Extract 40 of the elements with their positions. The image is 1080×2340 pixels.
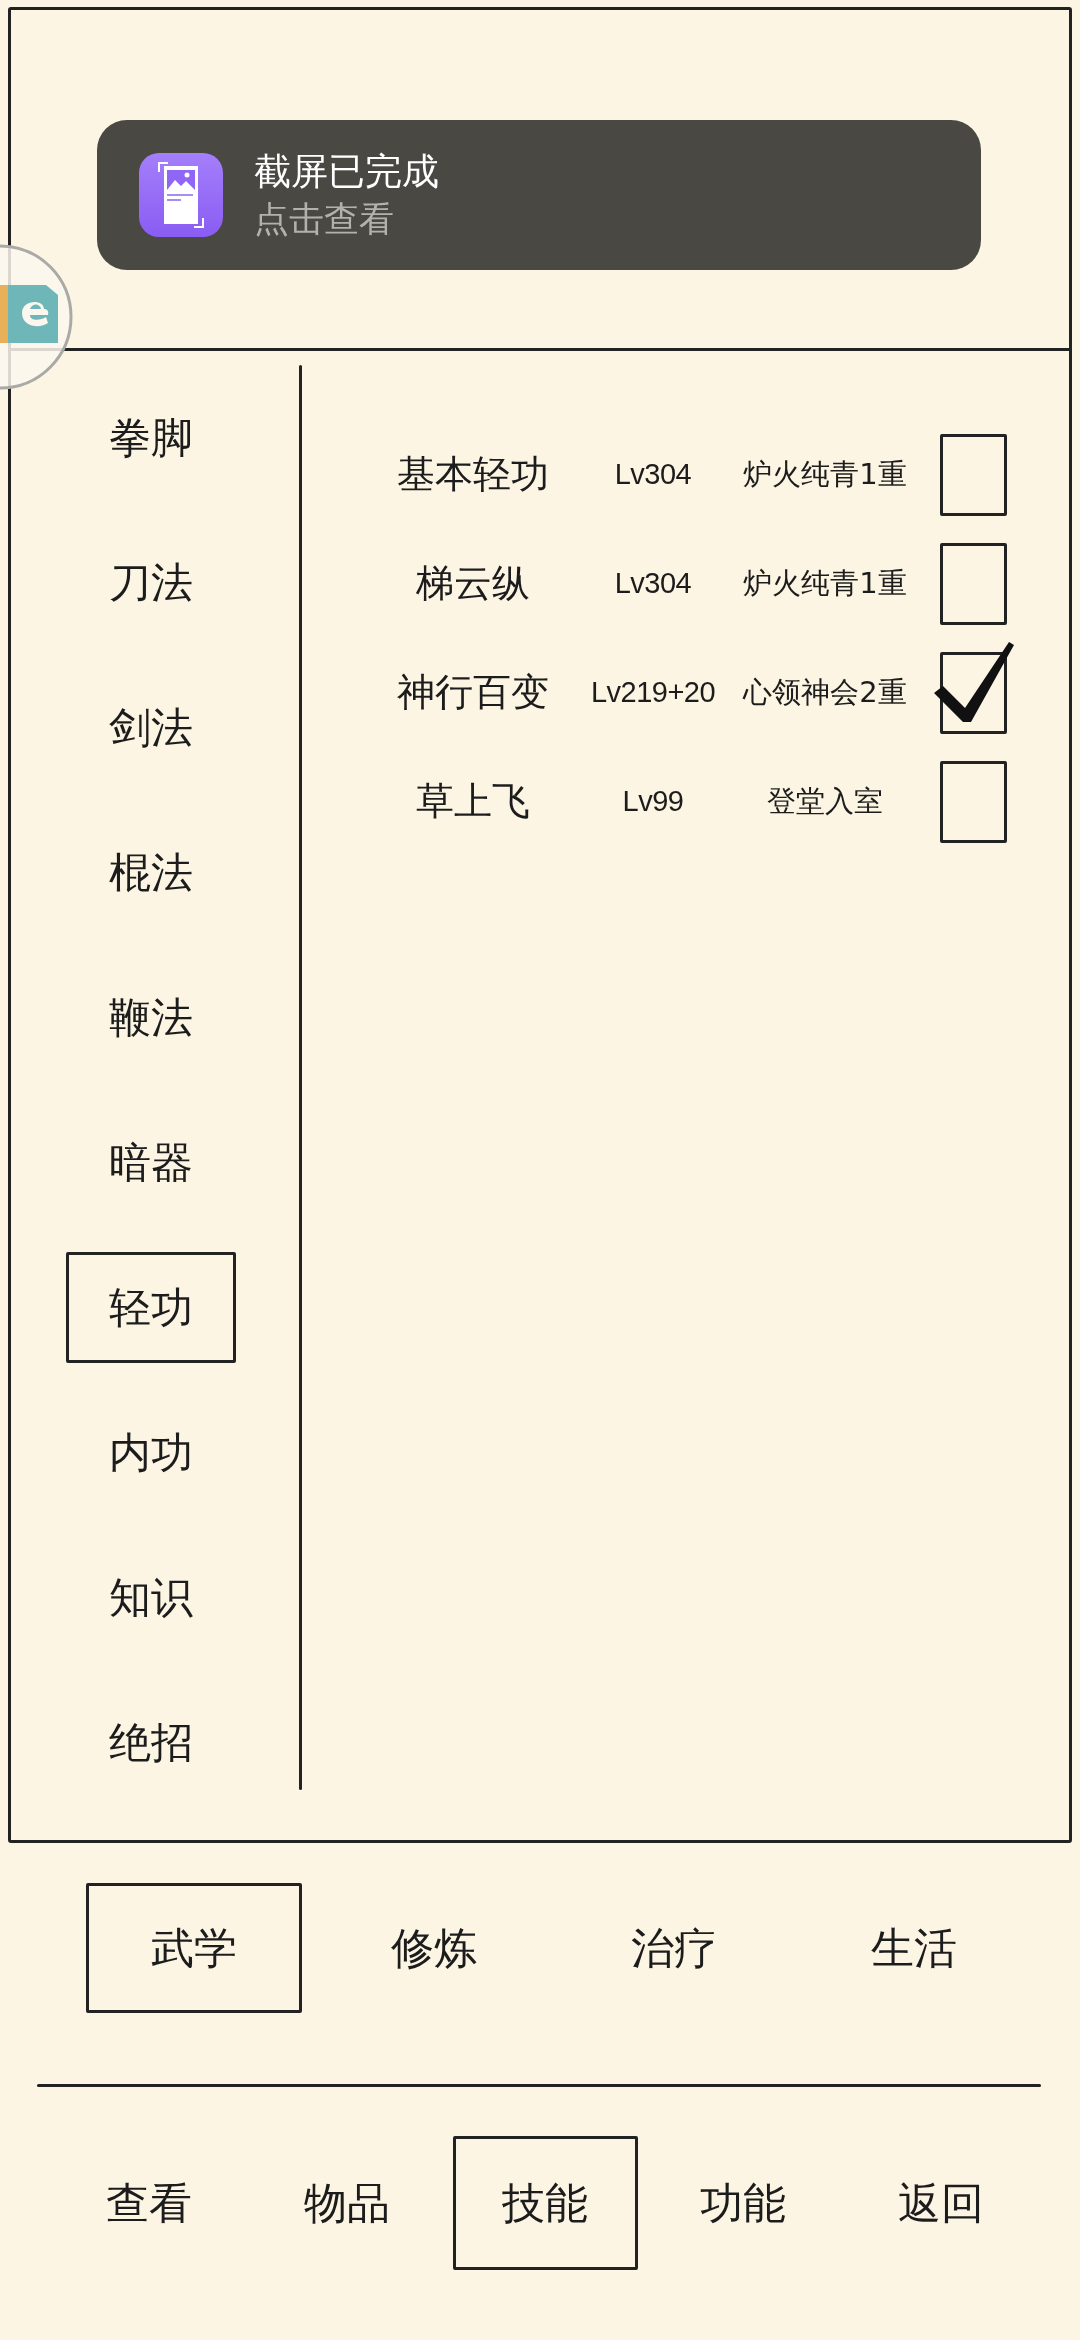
skill-checkbox[interactable] xyxy=(940,760,1007,843)
skill-level: Lv99 xyxy=(622,785,684,818)
notification-card[interactable]: 截屏已完成 点击查看 xyxy=(97,120,981,270)
skill-type-tab[interactable]: 治疗 xyxy=(566,1883,782,2013)
skill-name: 草上飞 xyxy=(416,780,530,823)
nav-button[interactable]: 查看 xyxy=(56,2136,242,2270)
skill-level: Lv304 xyxy=(614,567,692,600)
skill-category-tab[interactable]: 拳脚 xyxy=(66,382,236,493)
skill-realm: 炉火纯青1重 xyxy=(743,458,907,491)
skill-category-tab[interactable]: 棍法 xyxy=(66,817,236,928)
skill-checkbox[interactable] xyxy=(940,542,1007,625)
skill-level: Lv304 xyxy=(614,458,692,491)
notification-title: 截屏已完成 xyxy=(254,150,439,194)
skill-category-tab[interactable]: 刀法 xyxy=(66,527,236,638)
image-document-icon xyxy=(139,153,223,237)
skill-category-tab[interactable]: 知识 xyxy=(66,1542,236,1653)
skill-checkbox[interactable] xyxy=(934,641,1014,734)
notification-subtitle: 点击查看 xyxy=(254,198,395,240)
skill-name: 梯云纵 xyxy=(416,562,530,605)
skill-type-tab[interactable]: 武学 xyxy=(86,1883,302,2013)
skill-realm: 心领神会2重 xyxy=(743,676,907,709)
nav-button[interactable]: 功能 xyxy=(650,2136,836,2270)
skill-category-tab[interactable]: 剑法 xyxy=(66,672,236,783)
nav-button[interactable]: 返回 xyxy=(848,2136,1034,2270)
nav-button[interactable]: 物品 xyxy=(254,2136,440,2270)
skill-category-tab[interactable]: 内功 xyxy=(66,1397,236,1508)
skill-checkbox[interactable] xyxy=(940,433,1007,516)
skill-realm: 炉火纯青1重 xyxy=(743,567,907,600)
skill-type-tab[interactable]: 修炼 xyxy=(326,1883,542,2013)
skill-category-tab[interactable]: 绝招 xyxy=(66,1687,236,1798)
skill-name: 基本轻功 xyxy=(397,453,549,496)
skill-type-tab[interactable]: 生活 xyxy=(806,1883,1022,2013)
skill-category-tab[interactable]: 鞭法 xyxy=(66,962,236,1073)
skill-realm: 登堂入室 xyxy=(767,785,883,818)
nav-button[interactable]: 技能 xyxy=(452,2136,638,2270)
checkmark-icon xyxy=(934,641,1014,723)
skill-category-tab[interactable]: 轻功 xyxy=(66,1252,236,1363)
skill-level: Lv219+20 xyxy=(590,676,716,709)
skill-name: 神行百变 xyxy=(397,671,549,714)
skill-category-tab[interactable]: 暗器 xyxy=(66,1107,236,1218)
